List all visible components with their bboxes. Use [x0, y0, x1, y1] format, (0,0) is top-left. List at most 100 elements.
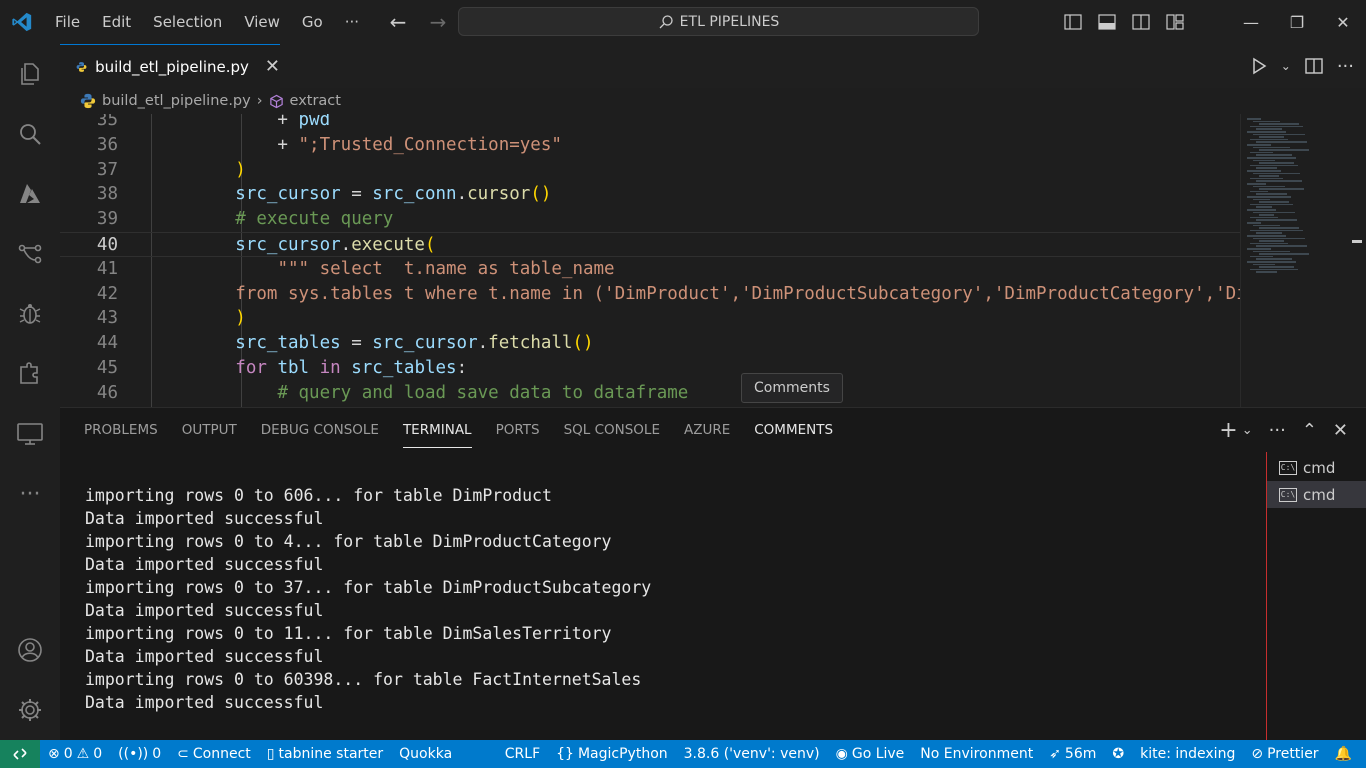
- terminal-line: Data imported successful: [85, 509, 324, 528]
- code-text: src_tables = src_cursor.fetchall(): [235, 333, 594, 354]
- minimap[interactable]: [1240, 114, 1350, 407]
- menu-file[interactable]: File: [44, 0, 91, 44]
- minimap-line: [1253, 172, 1300, 175]
- minimap-line: [1250, 203, 1293, 206]
- go-live-status[interactable]: ◉ Go Live: [828, 740, 913, 768]
- tab-output[interactable]: OUTPUT: [170, 408, 249, 452]
- forward-arrow-icon[interactable]: →: [424, 8, 452, 36]
- run-python-file-icon[interactable]: [1251, 57, 1267, 75]
- remote-explorer-icon[interactable]: [0, 404, 60, 464]
- code-text: ): [235, 308, 246, 329]
- toggle-primary-sidebar-icon[interactable]: [1056, 0, 1090, 44]
- customize-layout-icon[interactable]: [1158, 0, 1192, 44]
- more-views-icon[interactable]: ···: [0, 464, 60, 524]
- minimap-line: [1250, 151, 1273, 154]
- code-line[interactable]: 41 """ select t.name as table_name: [60, 257, 1240, 282]
- code-line[interactable]: 38 src_cursor = src_conn.cursor(): [60, 182, 1240, 207]
- source-control-icon[interactable]: [0, 224, 60, 284]
- extensions-icon[interactable]: [0, 344, 60, 404]
- toggle-secondary-sidebar-icon[interactable]: [1124, 0, 1158, 44]
- kite-status[interactable]: kite: indexing: [1132, 740, 1243, 768]
- run-debug-icon[interactable]: [0, 284, 60, 344]
- terminal-instance[interactable]: C:\ cmd: [1267, 454, 1366, 481]
- tab-comments[interactable]: COMMENTS: [742, 408, 845, 452]
- close-tab-icon[interactable]: ✕: [265, 56, 280, 77]
- notifications-bell-icon[interactable]: 🔔: [1327, 740, 1360, 768]
- accounts-icon[interactable]: ✪: [1104, 740, 1132, 768]
- code-line[interactable]: 44 src_tables = src_cursor.fetchall(): [60, 331, 1240, 356]
- tabnine-status[interactable]: ▯ tabnine starter: [259, 740, 391, 768]
- remote-indicator-icon[interactable]: [0, 740, 40, 768]
- account-icon[interactable]: [0, 620, 60, 680]
- code-editor[interactable]: 34 + pwd35 + pwd36 + ";Trusted_Connectio…: [60, 114, 1240, 407]
- minimap-line: [1259, 227, 1299, 229]
- tab-build-etl-pipeline[interactable]: build_etl_pipeline.py ✕: [60, 44, 280, 88]
- python-interpreter-status[interactable]: 3.8.6 ('venv': venv): [676, 740, 828, 768]
- more-actions-icon[interactable]: ···: [1269, 420, 1286, 441]
- ports-status[interactable]: ((•)) 0: [110, 740, 169, 768]
- terminal-line: Data imported successful: [85, 601, 324, 620]
- tab-azure[interactable]: AZURE: [672, 408, 742, 452]
- code-line[interactable]: 40 src_cursor.execute(: [60, 232, 1240, 257]
- code-line[interactable]: 35 + pwd: [60, 114, 1240, 133]
- menu-edit[interactable]: Edit: [91, 0, 142, 44]
- plug-icon: ⊂: [177, 746, 189, 762]
- terminal-list: C:\ cmd C:\ cmd: [1267, 452, 1366, 741]
- editor-scrollbar[interactable]: [1350, 114, 1366, 407]
- problems-status[interactable]: ⊗ 0 ⚠ 0: [40, 740, 110, 768]
- line-number: 40: [96, 235, 118, 255]
- minimize-button[interactable]: —: [1228, 0, 1274, 44]
- code-line[interactable]: 43 ): [60, 306, 1240, 331]
- toggle-panel-icon[interactable]: [1090, 0, 1124, 44]
- menu-view[interactable]: View: [233, 0, 291, 44]
- minimap-line: [1247, 170, 1281, 172]
- terminal-output[interactable]: importing rows 0 to 606... for table Dim…: [60, 452, 1266, 741]
- tab-terminal[interactable]: TERMINAL: [391, 408, 484, 452]
- azure-icon[interactable]: [0, 164, 60, 224]
- manage-gear-icon[interactable]: [0, 680, 60, 740]
- breadcrumb-file[interactable]: build_etl_pipeline.py: [102, 93, 251, 109]
- command-center-search[interactable]: ETL PIPELINES: [458, 7, 979, 36]
- code-line[interactable]: 42 from sys.tables t where t.name in ('D…: [60, 282, 1240, 307]
- menu-bar: File Edit Selection View Go ···: [44, 0, 370, 44]
- tab-sql-console[interactable]: SQL CONSOLE: [552, 408, 672, 452]
- search-icon: [659, 14, 673, 28]
- breadcrumb-symbol[interactable]: extract: [290, 93, 341, 109]
- menu-more[interactable]: ···: [334, 0, 370, 44]
- code-line[interactable]: 45 for tbl in src_tables:: [60, 356, 1240, 381]
- tab-ports[interactable]: PORTS: [484, 408, 552, 452]
- explorer-icon[interactable]: [0, 44, 60, 104]
- code-line[interactable]: 37 ): [60, 158, 1240, 183]
- tab-debug-console[interactable]: DEBUG CONSOLE: [249, 408, 391, 452]
- chevron-down-icon[interactable]: ⌄: [1242, 423, 1253, 438]
- split-editor-icon[interactable]: [1305, 58, 1323, 74]
- minimap-line: [1250, 229, 1303, 232]
- quokka-status[interactable]: Quokka: [391, 740, 460, 768]
- code-line[interactable]: 36 + ";Trusted_Connection=yes": [60, 133, 1240, 158]
- title-bar: File Edit Selection View Go ··· ← → ETL …: [0, 0, 1366, 44]
- line-number: 46: [96, 382, 118, 403]
- close-window-button[interactable]: ✕: [1320, 0, 1366, 44]
- chevron-down-icon[interactable]: ⌄: [1281, 59, 1291, 73]
- environment-status[interactable]: No Environment: [912, 740, 1041, 768]
- connect-status[interactable]: ⊂ Connect: [169, 740, 259, 768]
- terminal-instance-label: cmd: [1303, 485, 1336, 504]
- maximize-panel-chevron-up-icon[interactable]: ⌃: [1302, 420, 1317, 441]
- code-line[interactable]: 39 # execute query: [60, 207, 1240, 232]
- close-panel-icon[interactable]: ✕: [1333, 420, 1348, 441]
- restore-button[interactable]: ❐: [1274, 0, 1320, 44]
- prettier-status[interactable]: ⊘ Prettier: [1243, 740, 1326, 768]
- new-terminal-plus-icon[interactable]: +: [1219, 418, 1237, 443]
- language-mode-status[interactable]: {} MagicPython: [548, 740, 676, 768]
- time-tracker-status[interactable]: ➶ 56m: [1041, 740, 1104, 768]
- menu-selection[interactable]: Selection: [142, 0, 233, 44]
- back-arrow-icon[interactable]: ←: [384, 8, 412, 36]
- tab-problems[interactable]: PROBLEMS: [72, 408, 170, 452]
- more-actions-icon[interactable]: ···: [1337, 56, 1354, 77]
- code-text: + pwd: [151, 114, 331, 130]
- eol-status[interactable]: CRLF: [497, 740, 548, 768]
- search-icon[interactable]: [0, 104, 60, 164]
- terminal-instance[interactable]: C:\ cmd: [1267, 481, 1366, 508]
- menu-go[interactable]: Go: [291, 0, 334, 44]
- code-line[interactable]: 46 # query and load save data to datafra…: [60, 381, 1240, 406]
